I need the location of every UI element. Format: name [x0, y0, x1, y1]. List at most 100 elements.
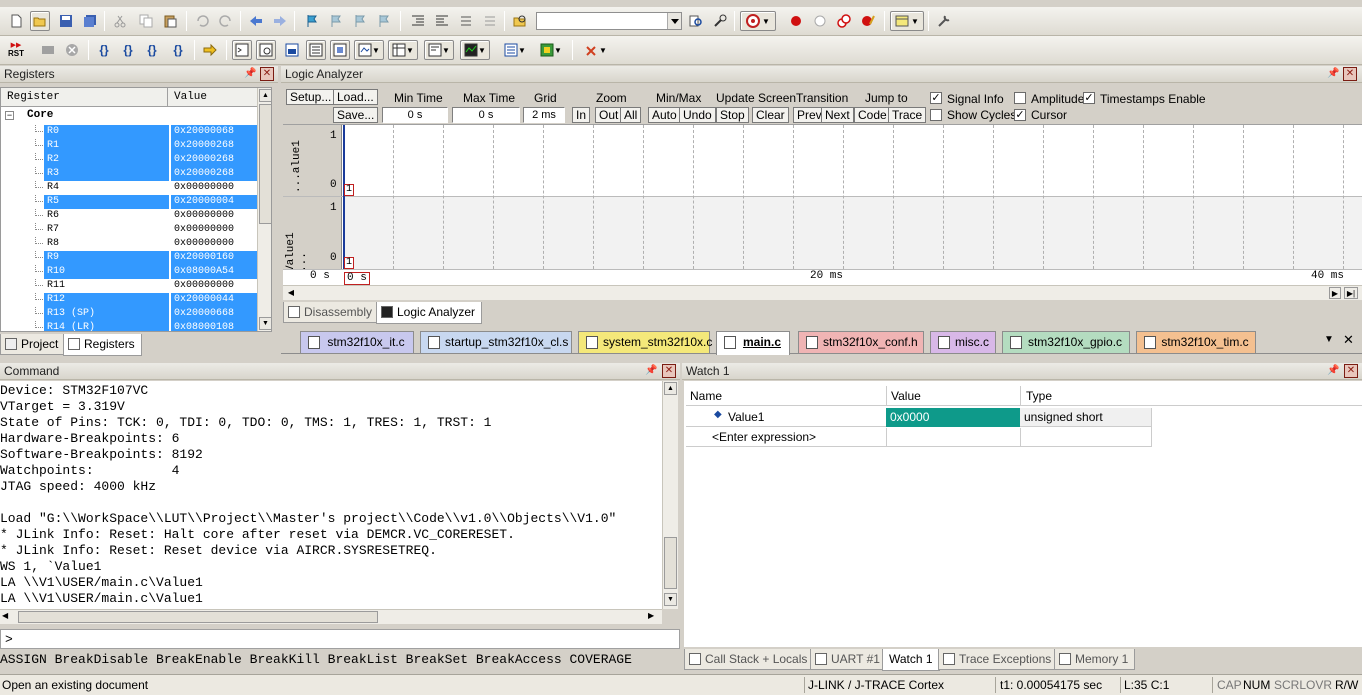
- register-value[interactable]: 0x20000068: [171, 125, 257, 139]
- tab-registers[interactable]: Registers: [63, 334, 142, 356]
- tab-uart1[interactable]: UART #1: [810, 649, 887, 670]
- step-out-icon[interactable]: {}: [142, 40, 162, 60]
- indent-icon[interactable]: [408, 11, 428, 31]
- bookmark-icon[interactable]: [302, 11, 322, 31]
- tab-trace-exceptions[interactable]: Trace Exceptions: [938, 649, 1059, 670]
- trace-windows-icon[interactable]: ▼: [500, 40, 530, 60]
- unindent-icon[interactable]: [432, 11, 452, 31]
- file-tab[interactable]: system_stm32f10x.c: [578, 331, 712, 353]
- save-all-icon[interactable]: [80, 11, 100, 31]
- register-value[interactable]: 0x00000000: [171, 209, 257, 223]
- col-value[interactable]: Value: [891, 389, 921, 403]
- scroll-left-icon[interactable]: ◀: [285, 287, 297, 299]
- register-row[interactable]: R14 (LR) 0x08000108: [1, 321, 257, 331]
- zoom-all-button[interactable]: All: [620, 107, 642, 123]
- stop-icon[interactable]: [62, 40, 82, 60]
- watch-row[interactable]: ◆ Value1 0x0000 unsigned short: [686, 408, 1151, 427]
- incremental-find-icon[interactable]: [710, 11, 730, 31]
- col-register[interactable]: Register: [7, 91, 60, 103]
- register-row[interactable]: R13 (SP) 0x20000668: [1, 307, 257, 321]
- close-icon[interactable]: ✕: [662, 364, 676, 378]
- pin-icon[interactable]: 📌: [244, 68, 256, 80]
- call-stack-icon[interactable]: [330, 40, 350, 60]
- register-row[interactable]: R9 0x20000160: [1, 251, 257, 265]
- register-value[interactable]: 0x08000108: [171, 321, 257, 331]
- hscroll-thumb[interactable]: [18, 611, 378, 623]
- col-name[interactable]: Name: [690, 389, 722, 403]
- zoom-in-button[interactable]: In: [572, 107, 591, 123]
- comment-icon[interactable]: [456, 11, 476, 31]
- undo-icon[interactable]: [192, 11, 212, 31]
- code-button[interactable]: Code: [854, 107, 891, 123]
- signal-info-checkbox[interactable]: ✓: [930, 92, 942, 104]
- serial-windows-icon[interactable]: ▼: [424, 40, 454, 60]
- new-file-icon[interactable]: [6, 11, 26, 31]
- disable-breakpoint-icon[interactable]: [810, 11, 830, 31]
- next-bookmark-icon[interactable]: [350, 11, 370, 31]
- signal1-label[interactable]: ...alue1: [291, 133, 303, 193]
- redo-icon[interactable]: [216, 11, 236, 31]
- scroll-thumb[interactable]: [259, 104, 271, 224]
- tab-list-icon[interactable]: ▼: [1324, 334, 1334, 345]
- register-value[interactable]: 0x20000044: [171, 293, 257, 307]
- save-button[interactable]: Save...: [333, 107, 379, 123]
- scroll-down-icon[interactable]: ▼: [259, 317, 271, 330]
- register-row[interactable]: R0 0x20000068: [1, 125, 257, 139]
- scroll-thumb[interactable]: [664, 537, 677, 589]
- register-value[interactable]: 0x00000000: [171, 279, 257, 293]
- scroll-end-icon[interactable]: ▶|: [1344, 287, 1358, 299]
- close-icon[interactable]: ✕: [1344, 364, 1358, 378]
- register-value[interactable]: 0x20000268: [171, 139, 257, 153]
- find-icon[interactable]: [686, 11, 706, 31]
- register-row[interactable]: R8 0x00000000: [1, 237, 257, 251]
- step-over-icon[interactable]: {}: [118, 40, 138, 60]
- disable-all-breakpoints-icon[interactable]: [834, 11, 854, 31]
- debug-icon[interactable]: ▼: [740, 11, 776, 31]
- close-icon[interactable]: ✕: [260, 67, 274, 81]
- file-tab[interactable]: main.c: [716, 331, 790, 355]
- collapse-icon[interactable]: −: [5, 111, 14, 120]
- kill-breakpoints-icon[interactable]: [858, 11, 878, 31]
- cursor-checkbox[interactable]: ✓: [1014, 109, 1026, 121]
- watch-var-value[interactable]: 0x0000: [886, 408, 1020, 427]
- clear-bookmarks-icon[interactable]: [374, 11, 394, 31]
- register-row[interactable]: R3 0x20000268: [1, 167, 257, 181]
- load-button[interactable]: Load...: [333, 89, 378, 105]
- register-value[interactable]: 0x00000000: [171, 181, 257, 195]
- configure-icon[interactable]: [934, 11, 954, 31]
- scroll-up-icon[interactable]: ▲: [259, 89, 271, 102]
- file-tab[interactable]: stm32f10x_conf.h: [798, 331, 924, 353]
- register-row[interactable]: R4 0x00000000: [1, 181, 257, 195]
- command-window-icon[interactable]: [232, 40, 252, 60]
- signal2-label[interactable]: Value1 ...: [285, 212, 309, 272]
- register-value[interactable]: 0x00000000: [171, 223, 257, 237]
- clear-button[interactable]: Clear: [752, 107, 789, 123]
- register-row[interactable]: R2 0x20000268: [1, 153, 257, 167]
- file-tab[interactable]: stm32f10x_tim.c: [1136, 331, 1256, 353]
- register-row[interactable]: R12 0x20000044: [1, 293, 257, 307]
- command-vscroll[interactable]: ▲ ▼: [662, 381, 678, 609]
- command-output[interactable]: Device: STM32F107VC VTarget = 3.319V State…: [0, 381, 662, 611]
- logic-analyzer-hscroll[interactable]: ◀ ▶ ▶|: [283, 285, 1362, 300]
- tab-logic-analyzer[interactable]: Logic Analyzer: [376, 302, 483, 324]
- file-tab[interactable]: stm32f10x_it.c: [300, 331, 414, 353]
- registers-scrollbar[interactable]: ▲ ▼: [257, 88, 271, 331]
- symbols-window-icon[interactable]: [282, 40, 302, 60]
- tab-watch1[interactable]: Watch 1: [882, 649, 940, 671]
- scroll-right-icon[interactable]: ▶: [648, 611, 654, 620]
- zoom-out-button[interactable]: Out: [595, 107, 623, 123]
- show-next-statement-icon[interactable]: [200, 40, 220, 60]
- system-viewer-icon[interactable]: ▼: [536, 40, 566, 60]
- pin-icon[interactable]: 📌: [645, 365, 657, 377]
- pin-icon[interactable]: 📌: [1327, 365, 1339, 377]
- find-in-files-icon[interactable]: [510, 11, 530, 31]
- logic-analyzer-plot[interactable]: ...alue1 Value1 ... 1 0 1 0 1 1 0 s 0 s …: [283, 125, 1362, 285]
- file-tab[interactable]: stm32f10x_gpio.c: [1002, 331, 1130, 353]
- register-value[interactable]: 0x00000000: [171, 237, 257, 251]
- timestamps-checkbox[interactable]: ✓: [1083, 92, 1095, 104]
- run-to-cursor-icon[interactable]: {}: [168, 40, 188, 60]
- tab-disassembly[interactable]: Disassembly: [283, 302, 380, 323]
- trace-button[interactable]: Trace: [888, 107, 927, 123]
- analysis-windows-icon[interactable]: ▼: [460, 40, 490, 60]
- register-row[interactable]: R10 0x08000A54: [1, 265, 257, 279]
